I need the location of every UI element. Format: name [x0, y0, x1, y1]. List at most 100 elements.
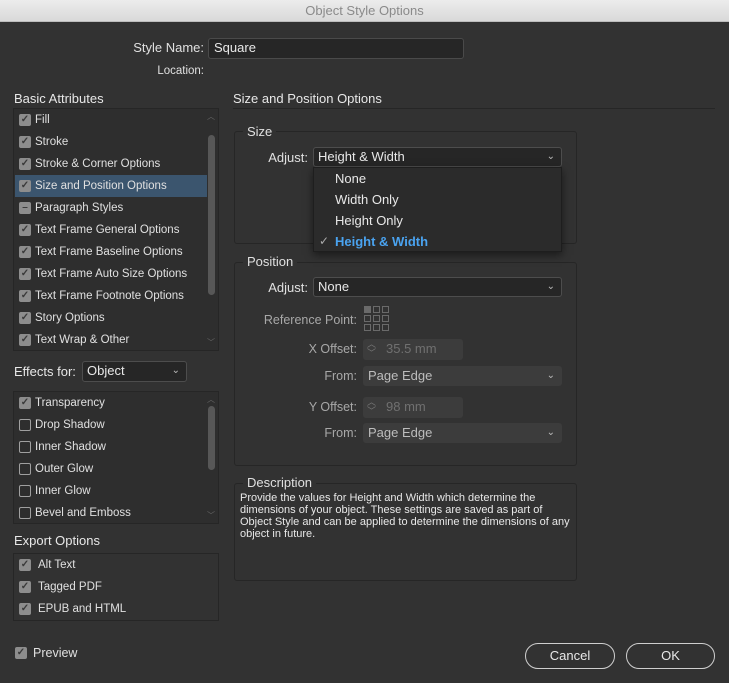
checkbox[interactable]: ✓ — [19, 268, 31, 280]
checkbox[interactable]: ✓ — [19, 397, 31, 409]
list-item[interactable]: Outer Glow — [15, 458, 207, 480]
list-item[interactable]: ✓ EPUB and HTML — [15, 598, 207, 620]
list-item-label: Text Frame Baseline Options — [35, 246, 183, 258]
menu-item[interactable]: None — [335, 171, 366, 186]
list-item-label: Drop Shadow — [35, 419, 105, 431]
scroll-up-icon[interactable]: ︿ — [207, 394, 215, 405]
effects-list: ︿ ﹀ ✓ Transparency Drop Shadow Inner Shadow… — [13, 391, 219, 524]
stepper-icon[interactable]: ︿ ﹀ — [367, 340, 376, 358]
list-item[interactable]: ✓ Alt Text — [15, 554, 207, 576]
x-from-select[interactable]: Page Edge ⌄ — [363, 366, 562, 386]
checkbox[interactable] — [19, 485, 31, 497]
size-adjust-menu: None Width Only Height Only Height & Width ✓ — [313, 167, 562, 252]
checkbox[interactable]: ✓ — [19, 158, 31, 170]
list-item-label: Fill — [35, 114, 50, 126]
export-options-heading: Export Options — [14, 533, 100, 548]
export-options-list: ✓ Alt Text ✓ Tagged PDF ✓ EPUB and HTML — [13, 553, 219, 621]
preview-label: Preview — [33, 646, 78, 660]
effects-for-label: Effects for: — [14, 364, 76, 379]
style-name-input[interactable]: Square — [208, 38, 464, 59]
chevron-down-icon: ⌄ — [171, 365, 180, 376]
list-item[interactable]: ✓ Size and Position Options — [15, 175, 207, 197]
list-item[interactable]: ✓ Transparency — [15, 392, 207, 414]
basic-attributes-list: ︿ ﹀ ✓ Fill ✓ Stroke ✓ Stroke & Corner Options… — [13, 108, 219, 351]
effects-for-select[interactable]: Object ⌄ — [82, 361, 187, 382]
preview-checkbox[interactable]: ✓ — [15, 647, 27, 659]
mixed-checkbox[interactable]: – — [19, 202, 31, 214]
chevron-down-icon: ⌄ — [546, 370, 555, 381]
menu-item[interactable]: Height Only — [335, 213, 403, 228]
list-item[interactable]: Inner Glow — [15, 480, 207, 502]
list-item[interactable]: ✓ Text Frame Footnote Options — [15, 285, 207, 307]
y-from-label: From: — [324, 426, 357, 440]
list-item[interactable]: ✓ Text Frame Auto Size Options — [15, 263, 207, 285]
checkbox[interactable]: ✓ — [19, 114, 31, 126]
checkbox[interactable]: ✓ — [19, 334, 31, 346]
ok-button[interactable]: OK — [626, 643, 715, 669]
list-item[interactable]: ✓ Text Frame General Options — [15, 219, 207, 241]
y-from-select[interactable]: Page Edge ⌄ — [363, 423, 562, 443]
checkbox[interactable] — [19, 463, 31, 475]
list-item-label: Stroke & Corner Options — [35, 158, 161, 170]
list-item[interactable]: ✓ Fill — [15, 109, 207, 131]
checkbox[interactable] — [19, 441, 31, 453]
stepper-icon[interactable]: ︿ ﹀ — [367, 398, 376, 416]
list-item[interactable]: Bevel and Emboss — [15, 502, 207, 524]
list-item-label: Inner Glow — [35, 485, 91, 497]
basic-attributes-heading: Basic Attributes — [14, 91, 104, 106]
x-offset-input[interactable]: 35.5 mm — [363, 339, 463, 360]
list-item[interactable]: ✓ Stroke & Corner Options — [15, 153, 207, 175]
checkbox[interactable]: ✓ — [19, 180, 31, 192]
list-item[interactable]: Drop Shadow — [15, 414, 207, 436]
scrollbar-thumb[interactable] — [208, 135, 215, 295]
position-adjust-label: Adjust: — [268, 280, 308, 295]
panel-title: Size and Position Options — [233, 91, 382, 106]
menu-item[interactable]: Height & Width — [335, 234, 428, 249]
checkbox[interactable]: ✓ — [19, 581, 31, 593]
list-item[interactable]: ✓ Stroke — [15, 131, 207, 153]
list-item-label: Text Wrap & Other — [35, 334, 130, 346]
list-item[interactable]: ✓ Story Options — [15, 307, 207, 329]
location-label: Location: — [157, 65, 204, 77]
checkbox[interactable]: ✓ — [19, 136, 31, 148]
style-name-label: Style Name: — [133, 40, 204, 55]
list-item[interactable]: ✓ Text Frame Baseline Options — [15, 241, 207, 263]
checkbox[interactable]: ✓ — [19, 603, 31, 615]
y-from-value: Page Edge — [368, 425, 433, 440]
reference-point-grid-icon — [364, 306, 389, 331]
size-adjust-select[interactable]: Height & Width ⌄ — [313, 147, 562, 167]
size-adjust-label: Adjust: — [268, 150, 308, 165]
checkbox[interactable]: ✓ — [19, 312, 31, 324]
checkbox[interactable] — [19, 419, 31, 431]
cancel-button[interactable]: Cancel — [525, 643, 615, 669]
panel-divider — [233, 108, 715, 109]
x-from-value: Page Edge — [368, 368, 433, 383]
scrollbar-thumb[interactable] — [208, 406, 215, 470]
list-item[interactable]: ✓ Text Wrap & Other — [15, 329, 207, 351]
checkbox[interactable]: ✓ — [19, 559, 31, 571]
checkbox[interactable]: ✓ — [19, 246, 31, 258]
list-item-label: Stroke — [35, 136, 69, 148]
y-offset-label: Y Offset: — [308, 400, 357, 414]
basic-attributes-scrollbar[interactable]: ︿ ﹀ — [206, 109, 217, 350]
checkbox[interactable] — [19, 507, 31, 519]
list-item[interactable]: – Paragraph Styles — [15, 197, 207, 219]
scroll-up-icon[interactable]: ︿ — [207, 111, 215, 122]
menu-item[interactable]: Width Only — [335, 192, 399, 207]
checkbox[interactable]: ✓ — [19, 224, 31, 236]
list-item[interactable]: ✓ Tagged PDF — [15, 576, 207, 598]
y-offset-input[interactable]: 98 mm — [363, 397, 463, 418]
effects-scrollbar[interactable]: ︿ ﹀ — [206, 392, 217, 523]
list-item-label: Bevel and Emboss — [35, 507, 131, 519]
chevron-down-icon: ⌄ — [546, 281, 555, 292]
list-item[interactable]: Inner Shadow — [15, 436, 207, 458]
scroll-down-icon[interactable]: ﹀ — [207, 510, 215, 521]
list-item-label: Outer Glow — [35, 463, 94, 475]
scroll-down-icon[interactable]: ﹀ — [207, 337, 215, 348]
checkbox[interactable]: ✓ — [19, 290, 31, 302]
position-adjust-select[interactable]: None ⌄ — [313, 277, 562, 297]
list-item-label: Alt Text — [38, 559, 76, 571]
title-bar: Object Style Options — [0, 0, 729, 22]
list-item-label: Tagged PDF — [38, 581, 102, 593]
checkmark-icon: ✓ — [319, 234, 330, 248]
